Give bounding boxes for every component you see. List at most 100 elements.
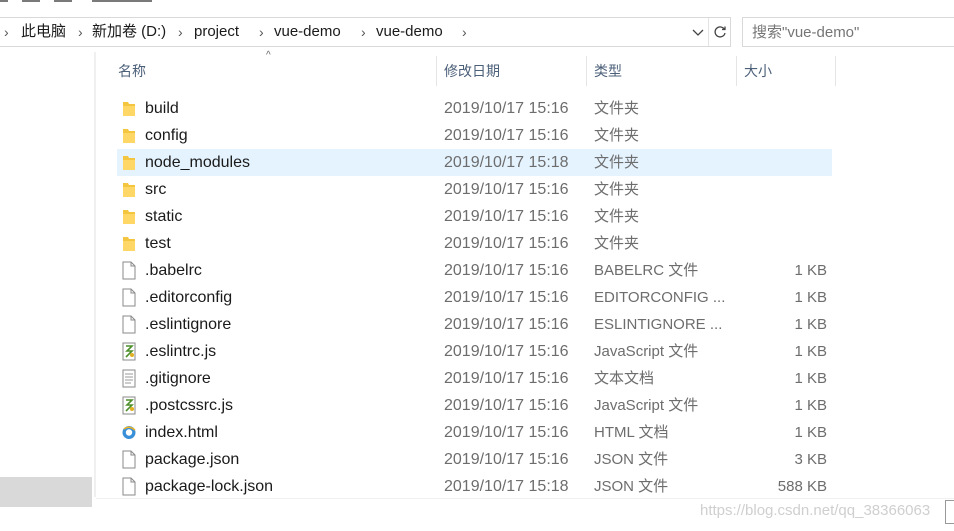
column-divider[interactable] xyxy=(736,56,737,86)
file-name[interactable]: build xyxy=(145,95,179,122)
file-type: JSON 文件 xyxy=(594,451,669,468)
file-name[interactable]: .babelrc xyxy=(145,257,202,284)
file-type: ESLINTIGNORE ... xyxy=(594,316,723,333)
file-name[interactable]: .postcssrc.js xyxy=(145,392,233,419)
menu-item-fragment xyxy=(54,0,72,2)
chevron-right-icon[interactable]: › xyxy=(78,18,83,46)
file-size: 1 KB xyxy=(794,397,827,414)
file-date: 2019/10/17 15:16 xyxy=(444,424,569,441)
column-divider[interactable] xyxy=(586,56,587,86)
file-name[interactable]: .editorconfig xyxy=(145,284,232,311)
nav-scrollbar[interactable] xyxy=(94,52,96,497)
search-input[interactable] xyxy=(742,17,954,47)
file-date: 2019/10/17 15:16 xyxy=(444,397,569,414)
file-name[interactable]: package.json xyxy=(145,446,239,473)
file-type: HTML 文档 xyxy=(594,424,669,441)
file-row[interactable]: package.json 2019/10/17 15:16 JSON 文件 3 KB xyxy=(117,446,832,473)
file-row[interactable]: .eslintignore 2019/10/17 15:16 ESLINTIGNOR… xyxy=(117,311,832,338)
breadcrumb-item[interactable]: 新加卷 (D:) xyxy=(92,18,166,46)
navigation-pane[interactable] xyxy=(0,52,96,530)
sort-ascending-icon: ^ xyxy=(266,50,271,61)
file-name[interactable]: .gitignore xyxy=(145,365,211,392)
chevron-right-icon[interactable]: › xyxy=(259,18,264,46)
file-name[interactable]: .eslintignore xyxy=(145,311,231,338)
file-name[interactable]: .eslintrc.js xyxy=(145,338,216,365)
js-file-icon xyxy=(121,342,137,361)
file-icon xyxy=(121,261,137,280)
file-type: 文件夹 xyxy=(594,181,640,198)
file-type: EDITORCONFIG ... xyxy=(594,289,726,306)
chevron-right-icon[interactable]: › xyxy=(361,18,366,46)
menu-item-fragment xyxy=(92,0,152,2)
file-row[interactable]: test 2019/10/17 15:16 文件夹 xyxy=(117,230,832,257)
file-date: 2019/10/17 15:16 xyxy=(444,208,569,225)
file-type: 文本文档 xyxy=(594,370,655,387)
file-row[interactable]: .gitignore 2019/10/17 15:16 文本文档 1 KB xyxy=(117,365,832,392)
file-type: JSON 文件 xyxy=(594,478,669,495)
column-header-type[interactable]: 类型 xyxy=(594,54,622,88)
file-date: 2019/10/17 15:16 xyxy=(444,370,569,387)
breadcrumb-item[interactable]: 此电脑 xyxy=(21,18,66,46)
column-header-size[interactable]: 大小 xyxy=(744,54,772,88)
file-row[interactable]: .eslintrc.js 2019/10/17 15:16 JavaScript 文… xyxy=(117,338,832,365)
file-name[interactable]: config xyxy=(145,122,188,149)
file-date: 2019/10/17 15:16 xyxy=(444,181,569,198)
file-date: 2019/10/17 15:16 xyxy=(444,235,569,252)
column-divider[interactable] xyxy=(835,56,836,86)
chevron-right-icon[interactable]: › xyxy=(462,18,467,46)
file-name[interactable]: node_modules xyxy=(145,149,250,176)
file-row[interactable]: .editorconfig 2019/10/17 15:16 EDITORCONFI… xyxy=(117,284,832,311)
file-size: 3 KB xyxy=(794,451,827,468)
html-file-icon xyxy=(121,423,137,442)
file-date: 2019/10/17 15:18 xyxy=(444,478,569,495)
text-file-icon xyxy=(121,369,137,388)
file-row[interactable]: .babelrc 2019/10/17 15:16 BABELRC 文件 1 KB xyxy=(117,257,832,284)
file-size: 1 KB xyxy=(794,343,827,360)
file-date: 2019/10/17 15:16 xyxy=(444,343,569,360)
file-type: 文件夹 xyxy=(594,154,640,171)
file-name[interactable]: test xyxy=(145,230,171,257)
file-row[interactable]: static 2019/10/17 15:16 文件夹 xyxy=(117,203,832,230)
watermark: https://blog.csdn.net/qq_38366063 xyxy=(700,502,931,519)
file-row[interactable]: index.html 2019/10/17 15:16 HTML 文档 1 KB xyxy=(117,419,832,446)
refresh-icon[interactable] xyxy=(708,18,731,46)
column-header-date[interactable]: 修改日期 xyxy=(444,54,500,88)
file-name[interactable]: package-lock.json xyxy=(145,473,273,500)
chevron-down-icon[interactable] xyxy=(688,18,708,46)
file-name[interactable]: static xyxy=(145,203,182,230)
chevron-right-icon[interactable]: › xyxy=(178,18,183,46)
file-type: 文件夹 xyxy=(594,208,640,225)
file-row[interactable]: src 2019/10/17 15:16 文件夹 xyxy=(117,176,832,203)
file-name[interactable]: index.html xyxy=(145,419,218,446)
file-type: JavaScript 文件 xyxy=(594,343,699,360)
folder-icon xyxy=(121,153,137,172)
menu-item-fragment xyxy=(0,0,8,2)
file-row[interactable]: .postcssrc.js 2019/10/17 15:16 JavaScript … xyxy=(117,392,832,419)
file-row[interactable]: build 2019/10/17 15:16 文件夹 xyxy=(117,95,832,122)
folder-icon xyxy=(121,99,137,118)
file-icon xyxy=(121,288,137,307)
file-name[interactable]: src xyxy=(145,176,166,203)
edge-fragment xyxy=(945,500,954,524)
file-size: 1 KB xyxy=(794,424,827,441)
chevron-right-icon[interactable]: › xyxy=(4,18,9,46)
file-date: 2019/10/17 15:16 xyxy=(444,262,569,279)
breadcrumb-item[interactable]: vue-demo xyxy=(376,18,443,46)
folder-icon xyxy=(121,234,137,253)
file-date: 2019/10/17 15:18 xyxy=(444,154,569,171)
file-row[interactable]: node_modules 2019/10/17 15:18 文件夹 xyxy=(117,149,832,176)
file-date: 2019/10/17 15:16 xyxy=(444,451,569,468)
column-divider[interactable] xyxy=(436,56,437,86)
file-row[interactable]: config 2019/10/17 15:16 文件夹 xyxy=(117,122,832,149)
nav-selected-item[interactable] xyxy=(0,477,92,507)
file-size: 1 KB xyxy=(794,370,827,387)
address-bar[interactable]: › 此电脑 › 新加卷 (D:) › project › vue-demo › … xyxy=(0,17,731,47)
column-header-name[interactable]: 名称 xyxy=(118,54,146,88)
menu-strip xyxy=(0,0,954,14)
file-icon xyxy=(121,450,137,469)
breadcrumb-item[interactable]: project xyxy=(194,18,239,46)
file-icon xyxy=(121,477,137,496)
folder-icon xyxy=(121,126,137,145)
file-row[interactable]: package-lock.json 2019/10/17 15:18 JSON 文件… xyxy=(117,473,832,500)
breadcrumb-item[interactable]: vue-demo xyxy=(274,18,341,46)
